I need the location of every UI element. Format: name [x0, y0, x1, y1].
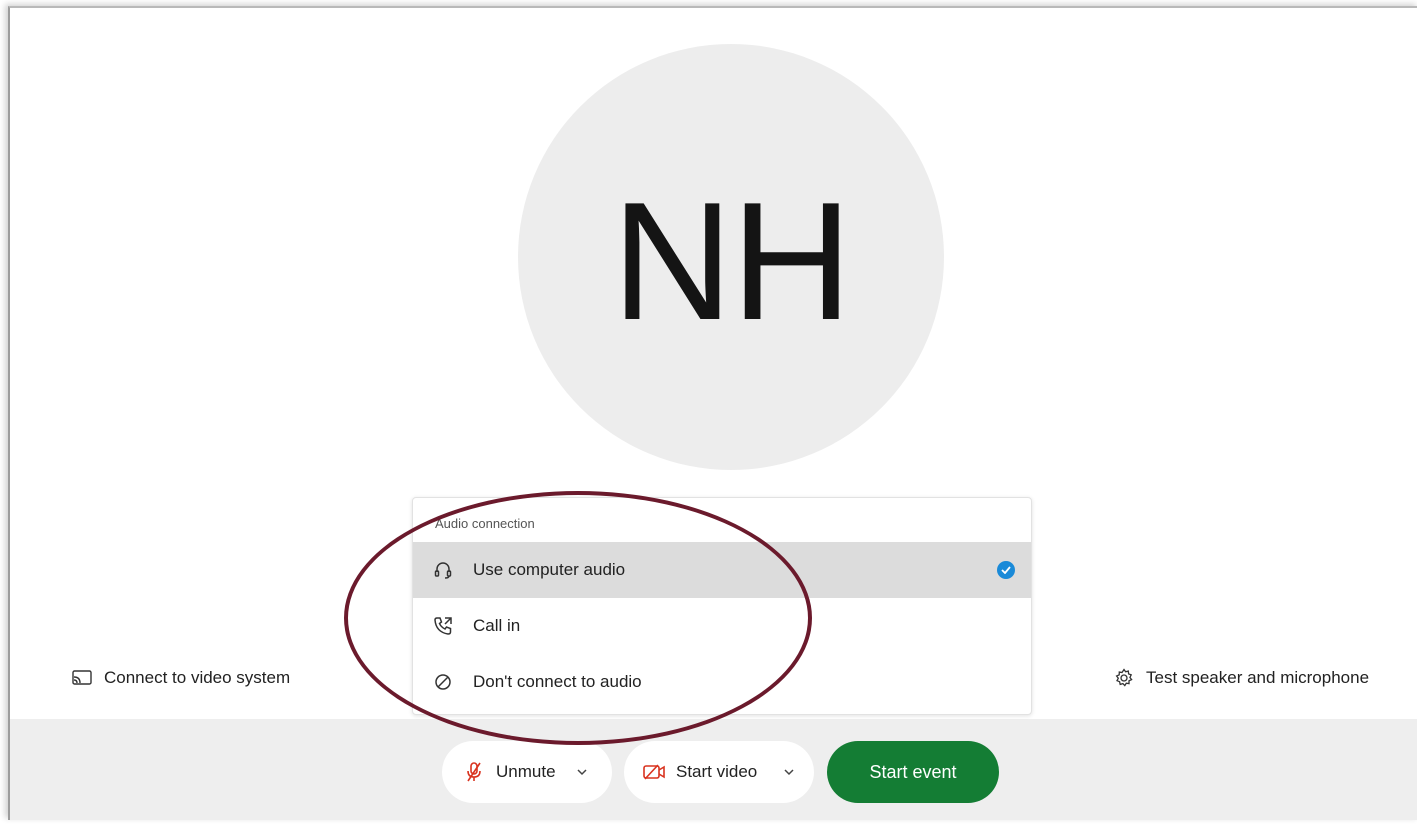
start-video-label: Start video: [676, 762, 758, 781]
menu-item-dont-connect-audio[interactable]: Don't connect to audio: [413, 654, 1031, 710]
audio-connection-menu: Audio connection Use computer audio Call…: [412, 497, 1032, 715]
test-speaker-mic-link[interactable]: Test speaker and microphone: [1114, 668, 1369, 688]
start-video-button[interactable]: Start video: [624, 741, 814, 803]
menu-item-label: Use computer audio: [473, 560, 626, 579]
menu-item-label: Call in: [473, 616, 521, 635]
test-speaker-mic-label: Test speaker and microphone: [1146, 668, 1370, 687]
unmute-button[interactable]: Unmute: [442, 741, 612, 803]
video-off-icon: [642, 763, 668, 781]
cast-screen-icon: [72, 670, 92, 686]
unmute-label: Unmute: [496, 762, 556, 781]
gear-icon: [1114, 668, 1134, 688]
chevron-down-icon[interactable]: [783, 768, 795, 776]
avatar-initials: NH: [611, 167, 853, 355]
start-event-label: Start event: [869, 761, 957, 782]
connect-video-system-link[interactable]: Connect to video system: [72, 668, 290, 688]
headset-icon: [431, 560, 455, 580]
avatar: NH: [518, 44, 944, 470]
prohibited-icon: [431, 673, 455, 691]
menu-item-label: Don't connect to audio: [473, 672, 642, 691]
audio-connection-header: Audio connection: [435, 516, 535, 531]
checkmark-icon: [997, 561, 1015, 579]
microphone-muted-icon: [466, 761, 482, 783]
chevron-down-icon[interactable]: [576, 768, 588, 776]
menu-item-use-computer-audio[interactable]: Use computer audio: [413, 542, 1031, 598]
connect-video-system-label: Connect to video system: [104, 668, 291, 687]
start-event-button[interactable]: Start event: [827, 741, 999, 803]
phone-outgoing-icon: [431, 616, 455, 636]
menu-item-call-in[interactable]: Call in: [413, 598, 1031, 654]
